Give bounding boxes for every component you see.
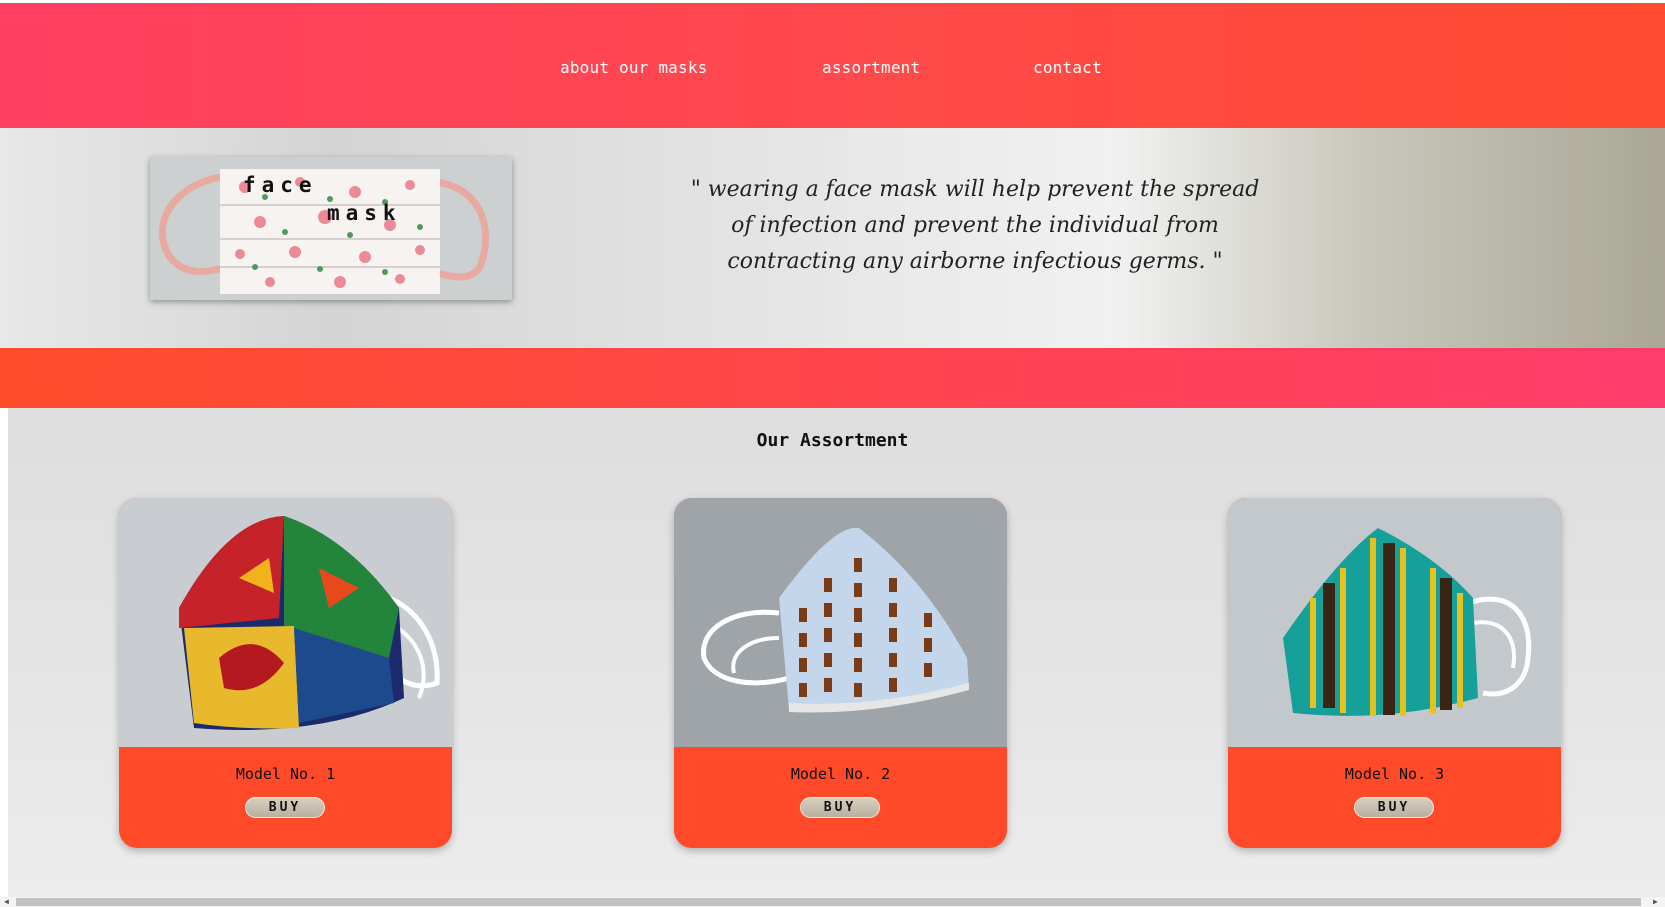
scroll-left-arrow-icon[interactable]: ◀ [4,897,9,907]
hero-word-face: face [243,173,318,197]
product-name-2: Model No. 2 [790,765,891,783]
hero-banner: face mask " wearing a face mask will hel… [0,128,1665,348]
buy-button-2[interactable]: BUY [800,797,880,818]
nav-link-assortment[interactable]: assortment [822,58,920,77]
product-name-1: Model No. 1 [235,765,336,783]
assortment-section: Our Assortment Model No. 1 BUY Model No.… [8,408,1665,898]
horizontal-scrollbar[interactable]: ◀ ▶ [0,897,1665,907]
hero-word-mask: mask [327,201,402,225]
hero-mask-image: face mask [150,157,512,300]
product-card-3: Model No. 3 BUY [1228,498,1561,848]
product-name-3: Model No. 3 [1344,765,1445,783]
top-navigation: about our masks assortment contact [0,3,1665,128]
product-image-2 [674,498,1007,747]
nav-link-contact[interactable]: contact [1033,58,1102,77]
product-card-1: Model No. 1 BUY [119,498,452,848]
product-image-1 [119,498,452,747]
product-image-3 [1228,498,1561,747]
scrollbar-thumb[interactable] [16,898,1641,906]
hero-quote: " wearing a face mask will help prevent … [690,177,1260,274]
section-title: Our Assortment [756,430,909,451]
scroll-right-arrow-icon[interactable]: ▶ [1653,897,1658,907]
product-card-2: Model No. 2 BUY [674,498,1007,848]
divider-band [0,348,1665,408]
buy-button-1[interactable]: BUY [245,797,325,818]
nav-link-about[interactable]: about our masks [560,58,708,77]
buy-button-3[interactable]: BUY [1354,797,1434,818]
